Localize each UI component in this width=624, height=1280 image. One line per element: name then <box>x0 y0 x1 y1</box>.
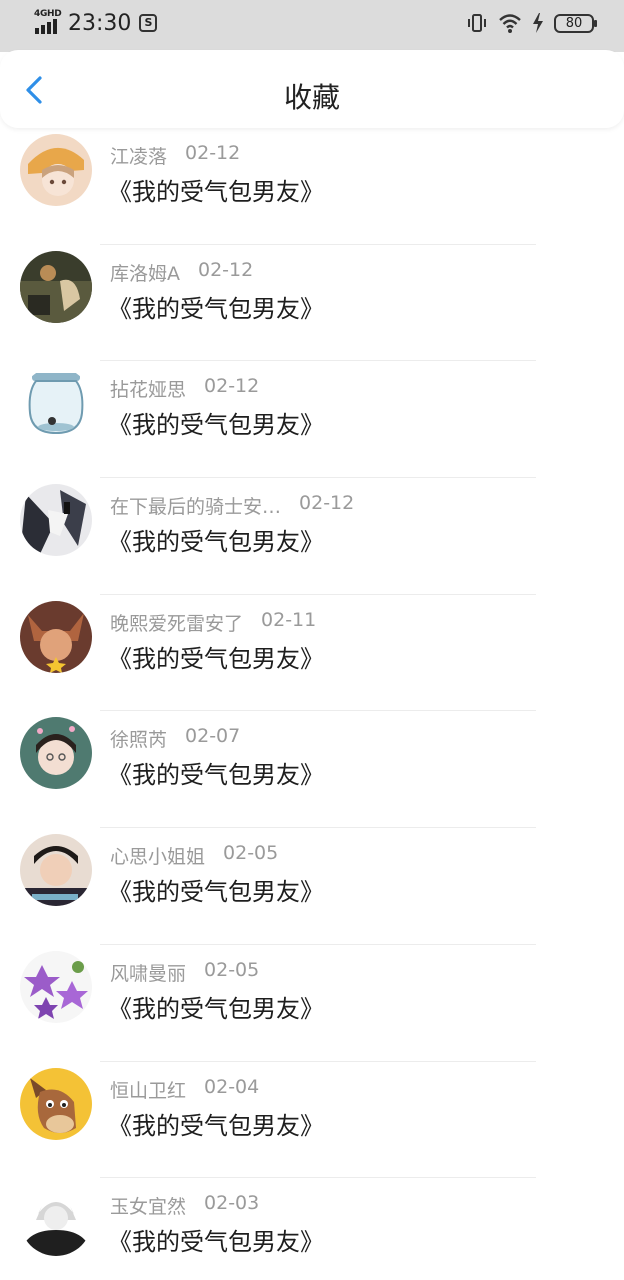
screen: 4GHD 23:30 S 80 收藏 江凌落 02-12 《我的受气包男友》 库… <box>0 0 624 1280</box>
signal-icon: 4GHD <box>34 9 62 36</box>
favorite-date: 02-12 <box>198 258 254 281</box>
favorite-date: 02-05 <box>223 842 279 865</box>
book-title[interactable]: 《我的受气包男友》 <box>108 405 324 440</box>
favorite-meta: 江凌落 02-12 <box>110 142 240 169</box>
favorite-meta: 恒山卫红 02-04 <box>110 1076 259 1103</box>
book-title[interactable]: 《我的受气包男友》 <box>108 1106 324 1141</box>
book-title[interactable]: 《我的受气包男友》 <box>108 172 324 207</box>
user-name[interactable]: 恒山卫红 <box>110 1076 186 1103</box>
avatar[interactable] <box>20 717 92 790</box>
header-bar: 收藏 <box>0 50 624 128</box>
book-title[interactable]: 《我的受气包男友》 <box>108 1222 324 1257</box>
user-name[interactable]: 库洛姆A <box>110 259 180 286</box>
list-item[interactable]: 在下最后的骑士安… 02-12 《我的受气包男友》 <box>0 478 624 595</box>
book-title[interactable]: 《我的受气包男友》 <box>108 289 324 324</box>
favorite-meta: 晚熙爱死雷安了 02-11 <box>110 609 316 636</box>
user-name[interactable]: 玉女宜然 <box>110 1192 186 1219</box>
list-item[interactable]: 江凌落 02-12 《我的受气包男友》 <box>0 128 624 245</box>
user-name[interactable]: 风啸曼丽 <box>110 959 186 986</box>
avatar[interactable] <box>20 250 92 323</box>
favorite-date: 02-11 <box>261 608 317 631</box>
favorite-date: 02-03 <box>204 1192 260 1215</box>
book-title[interactable]: 《我的受气包男友》 <box>108 872 324 907</box>
avatar[interactable] <box>20 950 92 1023</box>
user-name[interactable]: 心思小姐姐 <box>110 842 205 869</box>
favorite-meta: 风啸曼丽 02-05 <box>110 959 259 986</box>
list-item[interactable]: 拈花娅思 02-12 《我的受气包男友》 <box>0 361 624 479</box>
avatar[interactable] <box>20 1067 92 1140</box>
app-notification-icon: S <box>139 14 158 32</box>
avatar[interactable] <box>20 367 92 440</box>
avatar[interactable] <box>20 134 92 206</box>
avatar[interactable] <box>20 600 92 673</box>
favorite-date: 02-05 <box>204 958 260 981</box>
list-item[interactable]: 库洛姆A 02-12 《我的受气包男友》 <box>0 245 624 362</box>
favorite-meta: 拈花娅思 02-12 <box>110 375 259 402</box>
favorite-meta: 玉女宜然 02-03 <box>110 1192 259 1219</box>
favorite-meta: 在下最后的骑士安… 02-12 <box>110 492 354 519</box>
network-type: 4GHD <box>34 9 62 19</box>
list-item[interactable]: 徐照芮 02-07 《我的受气包男友》 <box>0 711 624 829</box>
book-title[interactable]: 《我的受气包男友》 <box>108 522 324 557</box>
user-name[interactable]: 在下最后的骑士安… <box>110 492 281 519</box>
status-bar-left: 4GHD 23:30 S <box>34 9 158 36</box>
list-item[interactable]: 晚熙爱死雷安了 02-11 《我的受气包男友》 <box>0 595 624 712</box>
list-item[interactable]: 风啸曼丽 02-05 《我的受气包男友》 <box>0 945 624 1062</box>
page-title: 收藏 <box>283 81 340 114</box>
favorite-date: 02-07 <box>185 725 241 748</box>
list-item[interactable]: 心思小姐姐 02-05 《我的受气包男友》 <box>0 828 624 945</box>
list-item[interactable]: 玉女宜然 02-03 《我的受气包男友》 <box>0 1178 624 1280</box>
favorite-date: 02-12 <box>185 142 241 164</box>
favorite-date: 02-04 <box>204 1075 260 1098</box>
user-name[interactable]: 晚熙爱死雷安了 <box>110 609 243 636</box>
favorite-meta: 心思小姐姐 02-05 <box>110 842 278 869</box>
list-item[interactable]: 恒山卫红 02-04 《我的受气包男友》 <box>0 1062 624 1179</box>
user-name[interactable]: 徐照芮 <box>110 725 167 752</box>
wifi-icon <box>499 14 521 33</box>
favorites-list: 江凌落 02-12 《我的受气包男友》 库洛姆A 02-12 《我的受气包男友》… <box>0 128 624 1280</box>
favorite-meta: 徐照芮 02-07 <box>110 725 240 752</box>
status-bar: 4GHD 23:30 S 80 <box>0 0 624 52</box>
status-bar-right: 80 <box>466 12 597 34</box>
avatar[interactable] <box>20 484 92 557</box>
book-title[interactable]: 《我的受气包男友》 <box>108 639 324 674</box>
favorite-date: 02-12 <box>204 375 260 398</box>
favorite-date: 02-12 <box>299 492 355 515</box>
book-title[interactable]: 《我的受气包男友》 <box>108 755 324 790</box>
clock: 23:30 <box>68 10 132 36</box>
avatar[interactable] <box>20 1184 92 1257</box>
favorite-meta: 库洛姆A 02-12 <box>110 259 253 286</box>
battery-icon: 80 <box>554 13 597 33</box>
charging-icon <box>533 13 543 33</box>
avatar[interactable] <box>20 834 92 907</box>
vibrate-icon <box>468 14 486 32</box>
book-title[interactable]: 《我的受气包男友》 <box>108 989 324 1024</box>
user-name[interactable]: 拈花娅思 <box>110 375 186 402</box>
user-name[interactable]: 江凌落 <box>110 142 167 169</box>
